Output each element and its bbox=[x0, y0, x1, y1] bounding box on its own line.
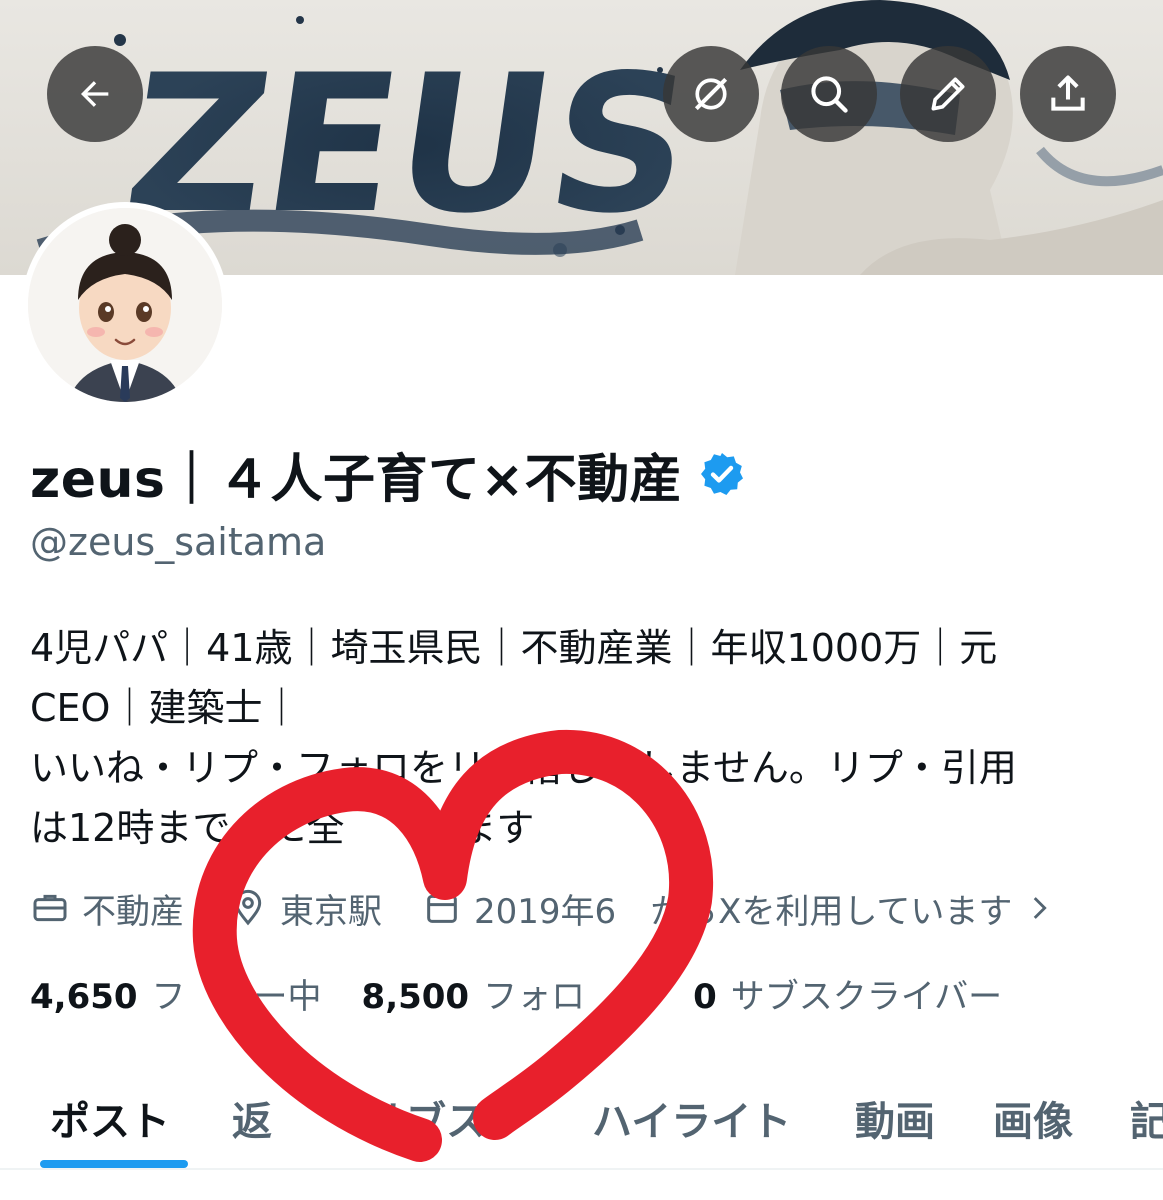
bio-line: CEO｜建築士｜ bbox=[30, 686, 301, 730]
subscribers-count: 0 bbox=[693, 976, 717, 1017]
joined-label: 2019年6 からXを利用しています bbox=[474, 891, 1013, 932]
tab-subs[interactable]: サブス bbox=[366, 1068, 486, 1168]
profile-tabs: ポスト 返 サブス ハイライト 動画 画像 記 bbox=[0, 1068, 1163, 1170]
subscribers-link[interactable]: 0 サブスクライバー bbox=[693, 969, 1002, 1018]
calendar-icon bbox=[427, 893, 457, 923]
following-count: 4,650 bbox=[30, 976, 138, 1017]
following-link[interactable]: 4,650 フ ロー中 bbox=[30, 969, 322, 1018]
tab-posts[interactable]: ポスト bbox=[50, 1068, 170, 1168]
display-name-row: zeus｜４人子育て×不動産 bbox=[30, 436, 746, 512]
briefcase-icon bbox=[33, 894, 67, 922]
active-tab-indicator bbox=[40, 1160, 188, 1168]
followers-count: 8,500 bbox=[361, 976, 470, 1017]
verified-badge-icon[interactable] bbox=[698, 450, 746, 498]
pencil-icon bbox=[931, 77, 965, 111]
search-icon bbox=[811, 76, 848, 113]
location-pin-icon bbox=[234, 889, 262, 926]
subscribers-label: サブスクライバー bbox=[730, 976, 1003, 1017]
following-label: フ ロー中 bbox=[151, 976, 322, 1017]
bio: 4児パパ｜41歳｜埼玉県民｜不動産業｜年収1000万｜元 CEO｜建築士｜ いい… bbox=[30, 618, 1140, 858]
share-icon bbox=[1051, 75, 1085, 111]
category-item: 不動産 bbox=[30, 884, 184, 933]
avatar[interactable] bbox=[28, 208, 222, 402]
followers-label: フォロ ー bbox=[483, 976, 654, 1017]
tab-videos[interactable]: 動画 bbox=[855, 1068, 935, 1168]
bio-line: は12時まで に全 します bbox=[30, 806, 535, 850]
share-button[interactable] bbox=[1020, 46, 1116, 142]
location-item: 東京駅 bbox=[228, 884, 382, 933]
tab-articles[interactable]: 記 bbox=[1130, 1068, 1163, 1168]
chevron-right-icon bbox=[1034, 897, 1048, 919]
grok-icon bbox=[694, 77, 728, 111]
follow-stats: 4,650 フ ロー中 8,500 フォロ ー 0 サブスクライバー bbox=[30, 965, 1042, 1021]
avatar-illustration bbox=[28, 208, 222, 402]
user-handle: @zeus_saitama bbox=[30, 520, 327, 564]
search-button[interactable] bbox=[781, 46, 877, 142]
category-label: 不動産 bbox=[82, 891, 184, 932]
followers-link[interactable]: 8,500 フォロ ー bbox=[362, 969, 654, 1018]
joined-item[interactable]: 2019年6 からXを利用しています bbox=[422, 884, 1068, 933]
tab-replies[interactable]: 返 bbox=[232, 1068, 272, 1168]
grok-button[interactable] bbox=[663, 46, 759, 142]
arrow-left-icon bbox=[81, 81, 109, 107]
tab-images[interactable]: 画像 bbox=[993, 1068, 1073, 1168]
tab-highlights[interactable]: ハイライト bbox=[592, 1068, 791, 1168]
banner-zeus-text: ZEUS bbox=[114, 35, 704, 256]
back-button[interactable] bbox=[47, 46, 143, 142]
edit-button[interactable] bbox=[900, 46, 996, 142]
bio-line: いいね・リプ・フォロをリ 惜しみしません。リプ・引用 bbox=[30, 746, 1017, 790]
location-label: 東京駅 bbox=[280, 891, 382, 932]
profile-meta: 不動産 東京駅 2019年6 からXを利用しています bbox=[30, 880, 1068, 936]
display-name: zeus｜４人子育て×不動産 bbox=[30, 449, 683, 510]
bio-line: 4児パパ｜41歳｜埼玉県民｜不動産業｜年収1000万｜元 bbox=[30, 626, 998, 670]
